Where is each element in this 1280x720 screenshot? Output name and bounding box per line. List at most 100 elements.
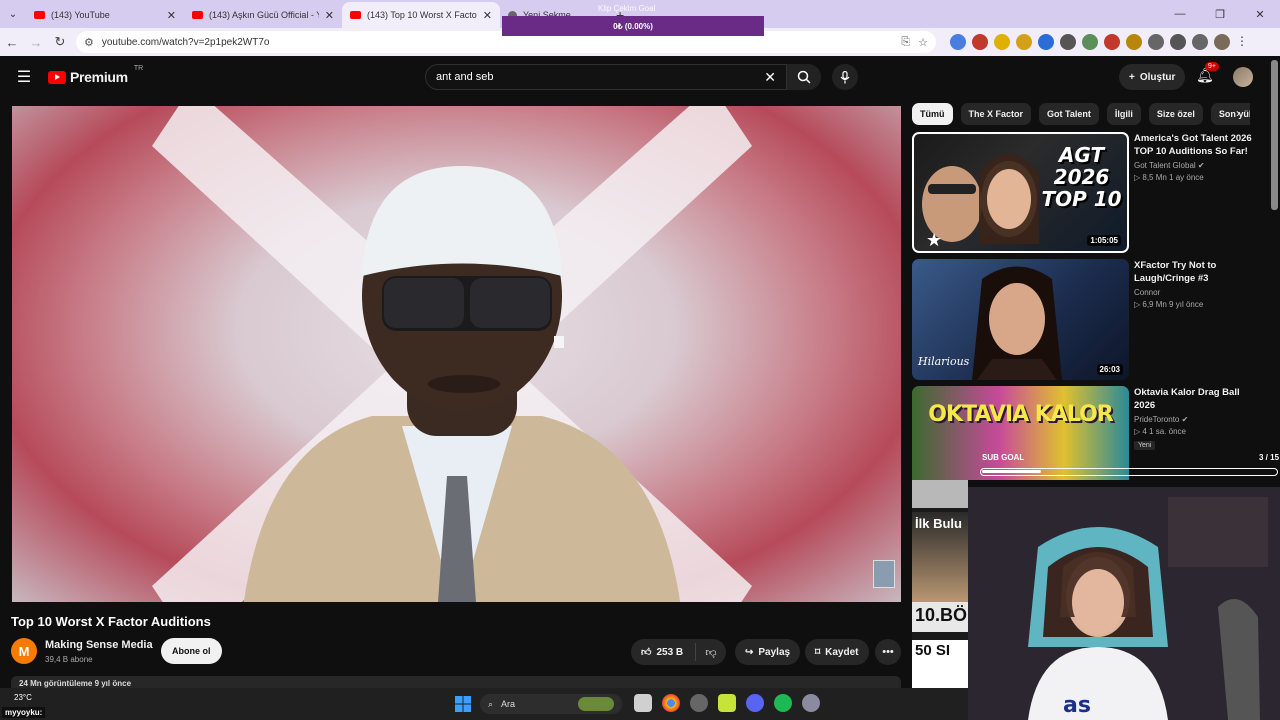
notification-badge: 9+ — [1205, 62, 1219, 71]
install-icon[interactable]: ⎘ — [901, 36, 910, 49]
search-highlight-icon — [578, 697, 614, 711]
extension-icon[interactable] — [972, 34, 988, 50]
forward-icon[interactable]: → — [24, 30, 48, 54]
thumbnail-caption: AGT 2026 TOP 10 — [1041, 143, 1122, 211]
chip-x-factor[interactable]: The X Factor — [960, 103, 1032, 125]
weather-widget[interactable]: 23°C — [14, 693, 32, 702]
puzzle-icon[interactable] — [1148, 34, 1164, 50]
tab-current-video[interactable]: (143) Top 10 Worst X Factor Auditions ✕ — [342, 2, 500, 28]
tab-search-dropdown[interactable]: ⌄ — [0, 0, 26, 28]
extension-icon[interactable] — [994, 34, 1010, 50]
clear-search-icon[interactable]: ✕ — [764, 69, 776, 86]
voice-search-button[interactable] — [832, 64, 858, 90]
tab-askin-gucu[interactable]: (143) Aşkın Gücü Official - YouTube ✕ — [184, 2, 342, 28]
app-icon[interactable] — [802, 694, 820, 712]
settings-gear-icon[interactable] — [690, 694, 708, 712]
chip-all[interactable]: Tümü — [912, 103, 953, 125]
file-explorer-icon[interactable] — [634, 694, 652, 712]
close-icon[interactable]: ✕ — [167, 9, 176, 22]
related-video-info: Oktavia Kalor Drag Ball 2026 PrideToront… — [1134, 386, 1252, 450]
page-scrollbar[interactable] — [1271, 60, 1278, 210]
video-thumbnail[interactable]: Hilarious 26:03 — [912, 259, 1129, 380]
chip-recent[interactable]: Son yüklenenler — [1210, 103, 1250, 125]
extension-icon[interactable] — [1038, 34, 1054, 50]
chip-related[interactable]: İlgili — [1106, 103, 1141, 125]
subscribe-button[interactable]: Abone ol — [161, 638, 222, 664]
related-video-channel: Got Talent Global ✔ — [1134, 161, 1205, 170]
video-thumbnail[interactable]: 10.BÖ — [912, 602, 968, 632]
bookmark-icon: ⌑ — [815, 646, 821, 658]
related-video[interactable]: Hilarious 26:03 XFactor Try Not to Laugh… — [912, 259, 1252, 380]
logo-region: TR — [133, 65, 144, 72]
thumbnail-caption: 50 SI — [915, 642, 951, 659]
tab-title: (143) Top 10 Worst X Factor Auditions — [367, 10, 477, 20]
save-button[interactable]: ⌑ Kaydet — [805, 639, 869, 665]
search-input[interactable]: ant and seb ✕ — [425, 64, 787, 90]
menu-dots-icon[interactable]: ⋮ — [1236, 34, 1248, 50]
video-thumbnail[interactable]: OKTAVIA KALOR — [912, 386, 1129, 480]
extension-icons: ⋮ — [950, 34, 1248, 50]
chrome-icon[interactable] — [662, 694, 680, 712]
channel-name[interactable]: Making Sense Media — [45, 639, 153, 651]
related-video-title[interactable]: America's Got Talent 2026 TOP 10 Auditio… — [1134, 132, 1252, 158]
line-app-icon[interactable] — [718, 694, 736, 712]
verified-check-icon: ✔ — [1197, 161, 1205, 170]
reload-icon[interactable]: ↻ — [48, 30, 72, 54]
save-label: Kaydet — [825, 646, 859, 658]
search-query[interactable]: ant and seb — [436, 71, 764, 83]
close-icon[interactable]: ✕ — [325, 9, 334, 22]
share-button[interactable]: ↪ Paylaş — [735, 639, 801, 665]
account-avatar[interactable] — [1233, 67, 1253, 87]
profile-avatar-icon[interactable] — [1214, 34, 1230, 50]
related-video-title[interactable]: Oktavia Kalor Drag Ball 2026 — [1134, 386, 1252, 412]
media-icon[interactable] — [1170, 34, 1186, 50]
extension-icon[interactable] — [1060, 34, 1076, 50]
dislike-button[interactable]: 👎︎ — [696, 646, 726, 659]
spotify-icon[interactable] — [774, 694, 792, 712]
video-thumbnail[interactable] — [912, 480, 968, 508]
restore-icon[interactable]: ❐ — [1200, 0, 1240, 28]
back-icon[interactable]: ← — [0, 30, 24, 54]
close-icon[interactable]: ✕ — [483, 9, 492, 22]
extension-icon[interactable] — [1104, 34, 1120, 50]
chevron-right-icon[interactable]: › — [1236, 106, 1240, 120]
related-video-title[interactable]: XFactor Try Not to Laugh/Cringe #3 — [1134, 259, 1252, 285]
related-video[interactable]: OKTAVIA KALOR Oktavia Kalor Drag Ball 20… — [912, 386, 1252, 480]
youtube-premium-logo[interactable]: Premium TR — [48, 65, 143, 85]
video-thumbnail[interactable]: ★ AGT 2026 TOP 10 1:05:05 — [912, 132, 1129, 253]
notifications-button[interactable]: 🔔︎ 9+ — [1196, 62, 1219, 84]
channel-avatar[interactable]: M — [11, 638, 37, 664]
translate-extension-icon[interactable] — [950, 34, 966, 50]
chip-for-you[interactable]: Size özel — [1148, 103, 1203, 125]
like-button[interactable]: 👍︎ 253 B — [631, 643, 696, 661]
extension-icon[interactable] — [1126, 34, 1142, 50]
windows-start-icon[interactable] — [455, 696, 471, 712]
related-video[interactable]: ★ AGT 2026 TOP 10 1:05:05 America's Got … — [912, 132, 1252, 253]
window-controls: — ❐ ✕ — [1160, 0, 1280, 28]
site-info-icon[interactable]: ⚙ — [84, 36, 94, 49]
related-video-channel: Connor — [1134, 288, 1161, 297]
miniplayer-thumbnail[interactable] — [873, 560, 895, 588]
more-actions-button[interactable]: ••• — [875, 639, 901, 665]
verified-check-icon: ✔ — [1181, 415, 1189, 424]
extension-icon[interactable] — [1082, 34, 1098, 50]
close-window-icon[interactable]: ✕ — [1240, 0, 1280, 28]
minimize-icon[interactable]: — — [1160, 0, 1200, 28]
discord-icon[interactable] — [746, 694, 764, 712]
split-view-icon[interactable] — [1192, 34, 1208, 50]
video-thumbnail[interactable]: 50 SI — [912, 640, 968, 690]
extension-icon[interactable] — [1016, 34, 1032, 50]
video-player[interactable] — [12, 106, 901, 602]
taskbar-search-placeholder: Ara — [501, 699, 516, 709]
bookmark-star-icon[interactable]: ☆ — [918, 36, 928, 49]
hamburger-menu-icon[interactable]: ☰ — [0, 67, 48, 87]
taskbar-search[interactable]: ⌕ Ara — [480, 694, 622, 714]
video-duration: 26:03 — [1096, 364, 1123, 375]
microphone-icon — [840, 70, 850, 83]
chip-got-talent[interactable]: Got Talent — [1039, 103, 1099, 125]
create-button[interactable]: + Oluştur — [1119, 64, 1186, 90]
weather-temp: 23°C — [14, 693, 32, 702]
search-button[interactable] — [787, 64, 821, 90]
video-thumbnail[interactable]: İlk Bulu — [912, 512, 968, 612]
tab-youtube-home[interactable]: (143) YouTube ✕ — [26, 2, 184, 28]
